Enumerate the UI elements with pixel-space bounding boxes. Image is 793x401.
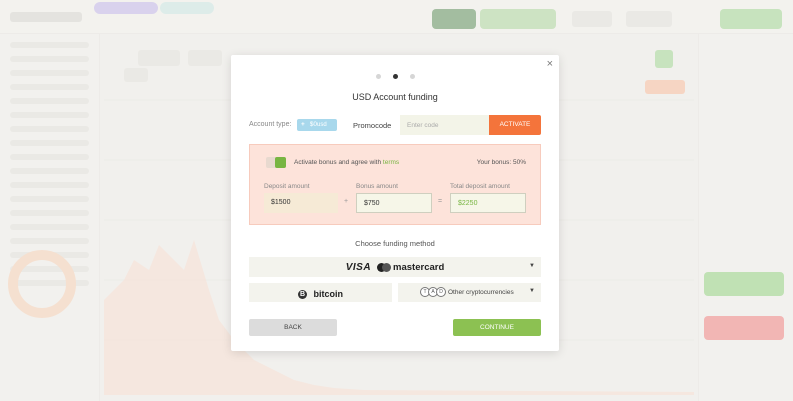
chevron-down-icon[interactable]: ▼: [529, 263, 535, 269]
funding-modal: × USD Account funding Account type: + $0u…: [231, 55, 559, 351]
account-type-badge[interactable]: + $0usd: [297, 119, 337, 131]
crypto-payment-option[interactable]: TAD Other cryptocurrencies ▼: [398, 283, 541, 302]
deposit-amount-field[interactable]: $1500: [264, 193, 338, 213]
terms-link[interactable]: terms: [383, 159, 399, 166]
bonus-panel: Activate bonus and agree with terms Your…: [249, 144, 541, 225]
bitcoin-icon: B: [298, 289, 308, 299]
close-icon[interactable]: ×: [547, 59, 553, 70]
bonus-agree-text: Activate bonus and agree with terms: [294, 159, 400, 166]
toggle-knob: [275, 157, 286, 168]
account-type-label: Account type:: [249, 121, 292, 128]
equals-sign: =: [438, 198, 443, 205]
visa-logo: VISA: [345, 262, 372, 273]
promocode-label: Promocode: [353, 121, 392, 130]
back-button[interactable]: BACK: [249, 319, 337, 336]
deposit-amount-label: Deposit amount: [264, 183, 310, 190]
crypto-label: Other cryptocurrencies: [448, 289, 514, 296]
bitcoin-payment-option[interactable]: B bitcoin: [249, 283, 392, 302]
card-payment-option[interactable]: VISA mastercard ▼: [249, 257, 541, 277]
plus-icon: +: [301, 121, 305, 128]
account-promo-row: Account type: + $0usd Promocode ACTIVATE: [249, 115, 541, 135]
bonus-toggle[interactable]: [266, 157, 286, 168]
account-currency: usd: [317, 122, 327, 128]
promocode-input[interactable]: [400, 115, 489, 135]
total-deposit-field: $2250: [450, 193, 526, 213]
total-deposit-label: Total deposit amount: [450, 183, 510, 190]
plus-sign: +: [344, 198, 349, 205]
step-dot-2: [392, 74, 398, 79]
bonus-amount-field: $750: [356, 193, 432, 213]
mastercard-logo: mastercard: [393, 262, 445, 273]
step-dot-1: [375, 74, 381, 79]
step-indicator: [231, 74, 559, 79]
your-bonus-text: Your bonus: 50%: [476, 159, 526, 166]
funding-method-heading: Choose funding method: [355, 239, 435, 248]
activate-button[interactable]: ACTIVATE: [489, 115, 541, 135]
account-balance: $0: [309, 121, 318, 128]
crypto-coins-icon: TAD: [420, 287, 446, 297]
bitcoin-label: bitcoin: [313, 289, 343, 300]
modal-title: USD Account funding: [352, 92, 438, 102]
mastercard-icon: [377, 263, 392, 272]
continue-button[interactable]: CONTINUE: [453, 319, 541, 336]
step-dot-3: [409, 74, 415, 79]
bonus-amount-label: Bonus amount: [356, 183, 398, 190]
chevron-down-icon[interactable]: ▼: [529, 288, 535, 294]
